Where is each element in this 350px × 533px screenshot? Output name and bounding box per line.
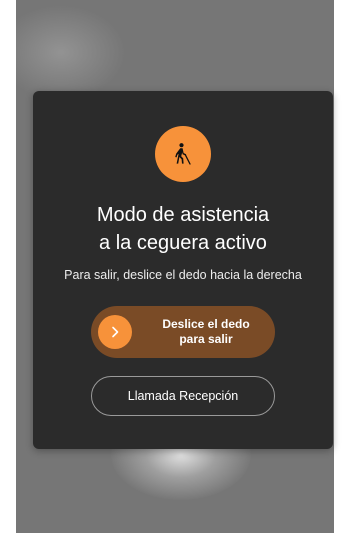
modal-title: Modo de asistencia a la ceguera activo xyxy=(33,201,333,257)
blind-assistance-modal: Modo de asistencia a la ceguera activo P… xyxy=(33,91,333,449)
modal-title-line-1: Modo de asistencia xyxy=(96,204,270,226)
call-reception-button[interactable]: Llamada Recepción xyxy=(91,376,275,416)
slider-label: Deslice el dedo para salir xyxy=(141,317,271,347)
swipe-to-exit-slider[interactable]: Deslice el dedo para salir xyxy=(91,306,275,358)
background-blur-shape xyxy=(16,5,126,100)
modal-instruction: Para salir, deslice el dedo hacia la der… xyxy=(64,268,302,282)
person-walking-with-cane-icon xyxy=(155,126,211,182)
slider-knob[interactable] xyxy=(98,315,132,349)
chevron-right-icon xyxy=(112,326,119,338)
modal-title-line-2: a la ceguera activo xyxy=(99,232,267,254)
slider-label-line-1: Deslice el dedo xyxy=(162,317,250,331)
slider-label-line-2: para salir xyxy=(179,332,233,346)
